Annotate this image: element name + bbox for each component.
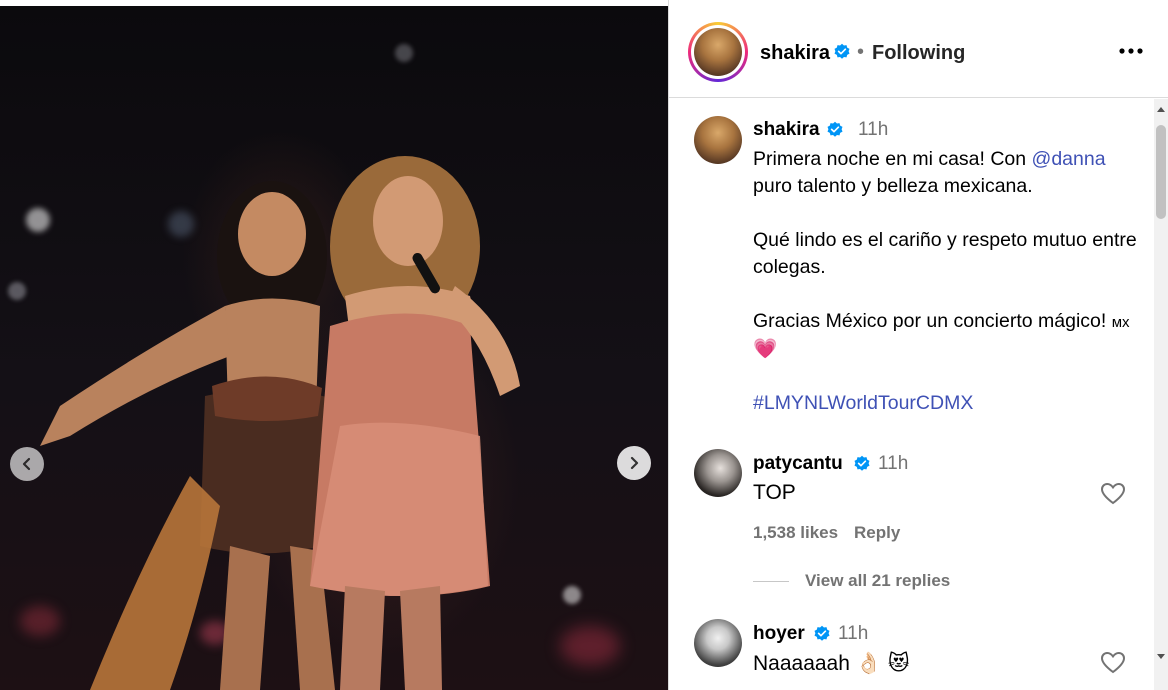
next-photo-button[interactable] bbox=[617, 446, 651, 480]
heart-icon[interactable] bbox=[1100, 651, 1126, 675]
verified-badge-icon bbox=[853, 455, 871, 476]
flag-text: мх bbox=[1111, 314, 1130, 331]
pink-heart-emoji: 💗 bbox=[753, 338, 778, 360]
caption-paragraph-3: Gracias México por un concierto mágico! bbox=[753, 310, 1112, 332]
more-options-icon[interactable] bbox=[1116, 39, 1146, 63]
previous-photo-button[interactable] bbox=[10, 447, 44, 481]
comment-time: 11h bbox=[838, 623, 869, 644]
following-button[interactable]: Following bbox=[872, 42, 965, 65]
verified-badge-icon bbox=[833, 43, 851, 64]
comment-time: 11h bbox=[878, 453, 909, 474]
comment-username[interactable]: hoyer bbox=[753, 623, 805, 645]
reply-button[interactable]: Reply bbox=[854, 523, 900, 543]
comment-text: Naaaaaah 👌🏻 😻 bbox=[753, 652, 910, 675]
comment-avatar[interactable] bbox=[694, 619, 742, 667]
header-username[interactable]: shakira bbox=[760, 42, 830, 65]
scroll-down-icon[interactable] bbox=[1156, 651, 1166, 661]
comment-text: TOP bbox=[753, 481, 796, 504]
performers-illustration bbox=[40, 156, 520, 690]
hashtag-link[interactable]: #LMYNLWorldTourCDMX bbox=[753, 392, 973, 414]
mention-link[interactable]: @danna bbox=[1032, 148, 1106, 170]
caption-line1-suffix: puro talento y belleza mexicana. bbox=[753, 175, 1033, 197]
scroll-up-icon[interactable] bbox=[1156, 105, 1166, 115]
caption-text: Primera noche en mi casa! Con @danna pur… bbox=[753, 146, 1143, 417]
verified-badge-icon bbox=[826, 121, 844, 142]
chevron-left-icon bbox=[22, 457, 31, 471]
caption-time: 11h bbox=[858, 119, 889, 140]
caption-avatar[interactable] bbox=[694, 116, 742, 164]
caption-line1-prefix: Primera noche en mi casa! Con bbox=[753, 148, 1032, 170]
header-separator: • bbox=[857, 41, 865, 63]
comments-panel[interactable]: shakira 11h Primera noche en mi casa! Co… bbox=[669, 99, 1155, 690]
verified-badge-icon bbox=[813, 625, 831, 646]
post-photo[interactable] bbox=[0, 6, 668, 690]
comment-username[interactable]: patycantu bbox=[753, 453, 843, 475]
scroll-thumb[interactable] bbox=[1156, 125, 1166, 219]
comments-scrollbar[interactable] bbox=[1154, 99, 1168, 690]
view-replies-label: View all 21 replies bbox=[805, 571, 951, 590]
post-header: shakira • Following bbox=[669, 0, 1168, 98]
replies-line bbox=[753, 580, 789, 582]
caption-username[interactable]: shakira bbox=[753, 119, 820, 141]
view-replies-button[interactable]: View all 21 replies bbox=[753, 571, 950, 591]
comment-avatar[interactable] bbox=[694, 449, 742, 497]
heart-icon[interactable] bbox=[1100, 482, 1126, 506]
profile-avatar[interactable] bbox=[688, 22, 748, 82]
chevron-right-icon bbox=[630, 456, 639, 470]
comment-likes[interactable]: 1,538 likes bbox=[753, 523, 838, 543]
caption-paragraph-2: Qué lindo es el cariño y respeto mutuo e… bbox=[753, 229, 1137, 278]
